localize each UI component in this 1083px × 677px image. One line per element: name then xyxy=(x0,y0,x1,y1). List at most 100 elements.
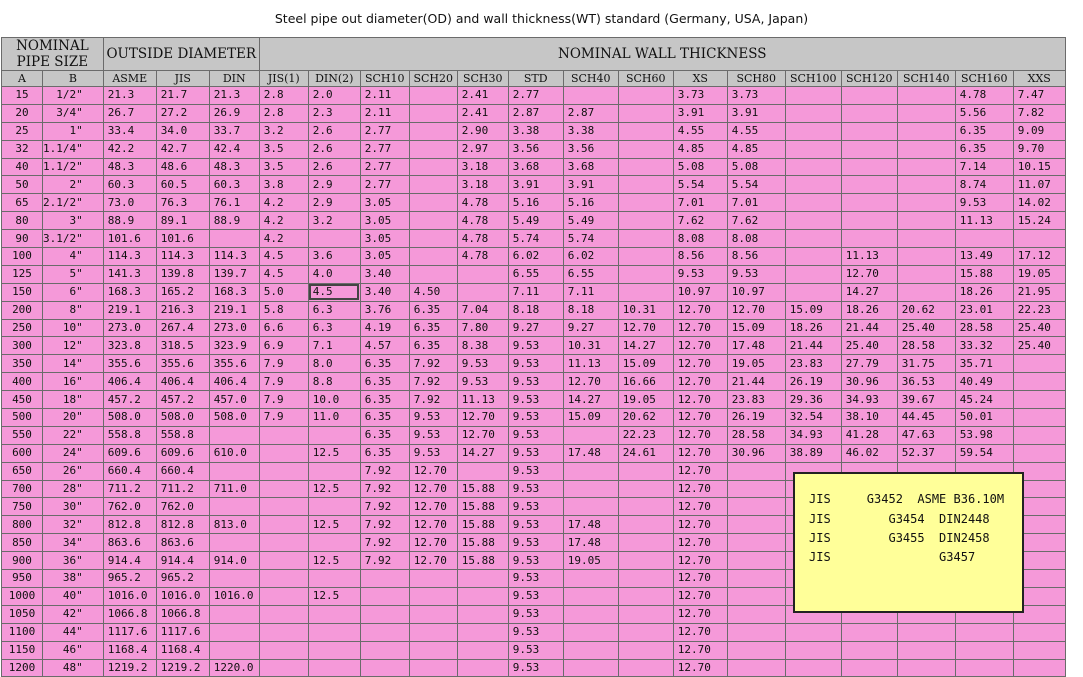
table-cell[interactable]: 44" xyxy=(42,622,104,642)
table-cell[interactable] xyxy=(359,658,410,677)
table-cell[interactable] xyxy=(784,640,842,660)
table-cell[interactable]: 762.0 xyxy=(155,497,210,517)
table-cell[interactable]: 89.1 xyxy=(155,211,210,231)
table-cell[interactable]: 32.54 xyxy=(784,408,842,427)
table-cell[interactable]: 3.91 xyxy=(672,103,728,123)
table-cell[interactable]: 14.27 xyxy=(617,336,674,356)
table-cell[interactable]: 20 xyxy=(1,103,43,123)
table-cell[interactable]: 7.14 xyxy=(954,157,1014,177)
table-cell[interactable] xyxy=(784,282,842,302)
table-cell[interactable]: 711.2 xyxy=(155,479,210,499)
table-cell[interactable]: 1/2" xyxy=(42,86,104,105)
table-cell[interactable] xyxy=(258,479,309,499)
table-cell[interactable]: 20" xyxy=(42,408,104,427)
table-cell[interactable]: 36" xyxy=(42,551,104,571)
table-cell[interactable]: 2.87 xyxy=(562,103,619,123)
table-cell[interactable]: 17.48 xyxy=(562,515,619,535)
table-cell[interactable]: 5.49 xyxy=(562,211,619,231)
table-cell[interactable]: 32" xyxy=(42,515,104,535)
table-cell[interactable]: 26.9 xyxy=(208,103,260,123)
table-cell[interactable] xyxy=(896,193,956,213)
table-cell[interactable]: 6.35 xyxy=(359,408,410,427)
table-cell[interactable]: 7.92 xyxy=(408,372,458,392)
table-cell[interactable]: 17.48 xyxy=(726,336,786,356)
table-cell[interactable] xyxy=(208,640,260,660)
table-cell[interactable] xyxy=(307,461,361,481)
table-cell[interactable]: 9.53 xyxy=(507,425,564,445)
table-cell[interactable] xyxy=(1012,443,1066,463)
table-cell[interactable]: 7.62 xyxy=(672,211,728,231)
table-cell[interactable]: 6.9 xyxy=(258,336,309,356)
table-cell[interactable]: 46" xyxy=(42,640,104,660)
table-cell[interactable]: 12.70 xyxy=(672,551,728,571)
table-cell[interactable]: 406.4 xyxy=(208,372,260,392)
table-cell[interactable]: 6.35 xyxy=(408,336,458,356)
table-cell[interactable]: 711.0 xyxy=(208,479,260,499)
table-cell[interactable]: 2.41 xyxy=(456,86,509,105)
table-cell[interactable]: 12.70 xyxy=(672,533,728,553)
table-cell[interactable]: 5.54 xyxy=(672,175,728,195)
table-cell[interactable]: 28.58 xyxy=(726,425,786,445)
table-cell[interactable] xyxy=(840,193,898,213)
table-cell[interactable] xyxy=(408,157,458,177)
table-cell[interactable]: 711.2 xyxy=(102,479,157,499)
table-cell[interactable]: 12.70 xyxy=(672,336,728,356)
table-cell[interactable] xyxy=(408,139,458,159)
table-cell[interactable]: 12.70 xyxy=(408,551,458,571)
table-cell[interactable]: 12.70 xyxy=(672,479,728,499)
table-cell[interactable]: 3.05 xyxy=(359,229,410,249)
table-cell[interactable]: 168.3 xyxy=(208,282,260,302)
table-cell[interactable]: 273.0 xyxy=(208,318,260,338)
table-cell[interactable] xyxy=(408,86,458,105)
table-cell[interactable]: 12.70 xyxy=(456,425,509,445)
table-cell[interactable]: 3.40 xyxy=(359,282,410,302)
table-cell[interactable] xyxy=(896,121,956,141)
table-cell[interactable]: 76.3 xyxy=(155,193,210,213)
table-cell[interactable] xyxy=(617,586,674,606)
table-cell[interactable] xyxy=(208,604,260,624)
table-cell[interactable]: 12.5 xyxy=(307,586,361,606)
table-cell[interactable] xyxy=(784,121,842,141)
table-cell[interactable]: 88.9 xyxy=(102,211,157,231)
table-cell[interactable] xyxy=(726,461,786,481)
table-cell[interactable]: 800 xyxy=(1,515,43,535)
table-cell[interactable]: 4.85 xyxy=(672,139,728,159)
table-cell[interactable]: 16" xyxy=(42,372,104,392)
table-cell[interactable] xyxy=(258,658,309,677)
table-cell[interactable]: 4.57 xyxy=(359,336,410,356)
table-cell[interactable]: 18.26 xyxy=(954,282,1014,302)
table-cell[interactable] xyxy=(1012,408,1066,427)
table-cell[interactable] xyxy=(307,658,361,677)
table-cell[interactable]: 609.6 xyxy=(102,443,157,463)
table-cell[interactable]: 3.56 xyxy=(562,139,619,159)
table-cell[interactable] xyxy=(896,211,956,231)
table-cell[interactable]: 5.74 xyxy=(562,229,619,249)
table-cell[interactable]: 26.7 xyxy=(102,103,157,123)
table-cell[interactable]: 3.56 xyxy=(507,139,564,159)
table-cell[interactable]: 1016.0 xyxy=(155,586,210,606)
table-cell[interactable] xyxy=(954,229,1014,249)
table-cell[interactable]: 22" xyxy=(42,425,104,445)
table-cell[interactable]: 5.0 xyxy=(258,282,309,302)
table-cell[interactable]: 1016.0 xyxy=(102,586,157,606)
table-cell[interactable]: 9.53 xyxy=(408,408,458,427)
table-cell[interactable]: 44.45 xyxy=(896,408,956,427)
table-cell[interactable]: 3.91 xyxy=(726,103,786,123)
table-cell[interactable]: 5.16 xyxy=(562,193,619,213)
table-cell[interactable] xyxy=(840,229,898,249)
table-cell[interactable] xyxy=(258,551,309,571)
table-cell[interactable]: 318.5 xyxy=(155,336,210,356)
table-cell[interactable] xyxy=(726,586,786,606)
table-cell[interactable]: 3.40 xyxy=(359,264,410,284)
table-cell[interactable]: 15.88 xyxy=(456,551,509,571)
table-cell[interactable] xyxy=(208,569,260,588)
table-cell[interactable]: 9.53 xyxy=(507,569,564,588)
table-cell[interactable]: 558.8 xyxy=(155,425,210,445)
table-cell[interactable]: 9.53 xyxy=(507,390,564,410)
table-cell[interactable]: 5.54 xyxy=(726,175,786,195)
table-cell[interactable]: 457.0 xyxy=(208,390,260,410)
table-cell[interactable]: 7.92 xyxy=(359,533,410,553)
table-cell[interactable] xyxy=(258,443,309,463)
table-cell[interactable]: 10.31 xyxy=(617,300,674,320)
table-cell[interactable] xyxy=(617,103,674,123)
